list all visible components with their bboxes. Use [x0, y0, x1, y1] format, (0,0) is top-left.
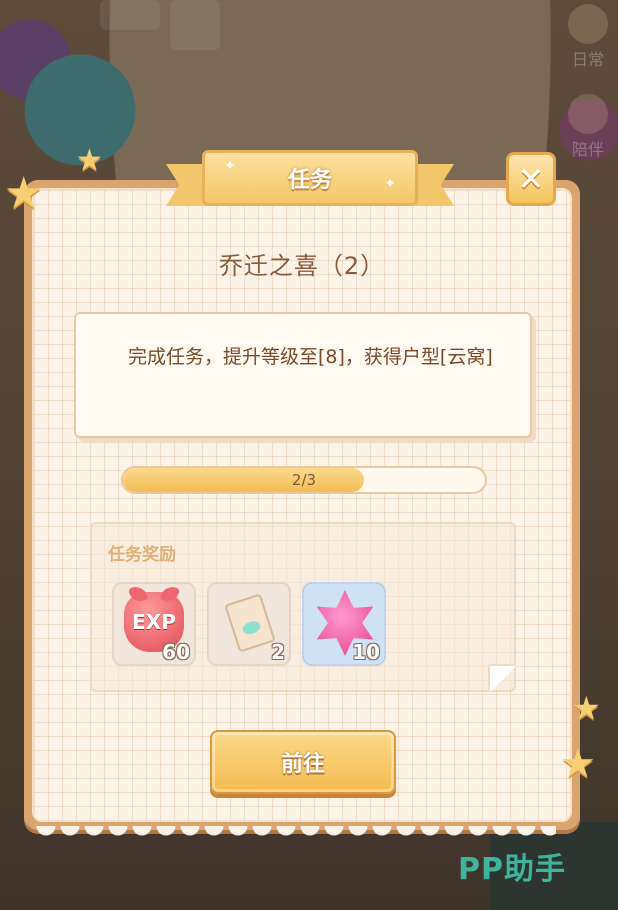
- background-decoration: [100, 0, 160, 30]
- quest-progress-bar: 2/3: [121, 466, 487, 494]
- reward-count: 2: [271, 640, 285, 664]
- quest-description: 完成任务，提升等级至[8]，获得户型[云窝]: [74, 312, 532, 438]
- sparkle-icon: ✦: [384, 176, 396, 192]
- star-icon: ★: [572, 689, 601, 727]
- ticket-icon: [224, 593, 276, 653]
- reward-item-ticket[interactable]: 2: [207, 582, 291, 666]
- quest-dialog: [32, 188, 572, 822]
- watermark-text: PP助手: [458, 852, 566, 887]
- go-button[interactable]: 前往: [210, 730, 396, 794]
- close-icon: ✕: [517, 160, 545, 198]
- quest-name: 乔迁之喜（2）: [218, 252, 386, 280]
- reward-label: 任务奖励: [108, 545, 176, 565]
- clock-icon: [568, 94, 608, 134]
- reward-item-gem[interactable]: 10: [302, 582, 386, 666]
- dialog-scallop-edge: [36, 826, 556, 846]
- sparkle-icon: ✦: [224, 158, 236, 174]
- side-menu-companion-label: 陪伴: [571, 140, 604, 159]
- reward-count: 60: [162, 640, 190, 664]
- page-fold-corner: [488, 664, 516, 692]
- star-icon: ★: [4, 168, 44, 219]
- title-ribbon: 任务 ✦ ✦: [166, 150, 454, 216]
- side-menu-companion[interactable]: 陪伴: [566, 94, 610, 160]
- background-decoration: [170, 0, 220, 50]
- side-menu-daily-label: 日常: [571, 50, 604, 69]
- progress-text: 2/3: [291, 471, 317, 489]
- dialog-title: 任务: [287, 168, 332, 193]
- side-menu-daily[interactable]: 日常: [566, 4, 610, 70]
- star-icon: ★: [560, 741, 596, 787]
- calendar-icon: [568, 4, 608, 44]
- star-icon: ★: [76, 143, 103, 178]
- go-button-label: 前往: [280, 752, 325, 777]
- quest-description-text: 完成任务，提升等级至[8]，获得户型[云窝]: [128, 346, 493, 368]
- reward-count: 10: [352, 640, 380, 664]
- reward-item-exp[interactable]: EXP 60: [112, 582, 196, 666]
- close-button[interactable]: ✕: [506, 152, 556, 206]
